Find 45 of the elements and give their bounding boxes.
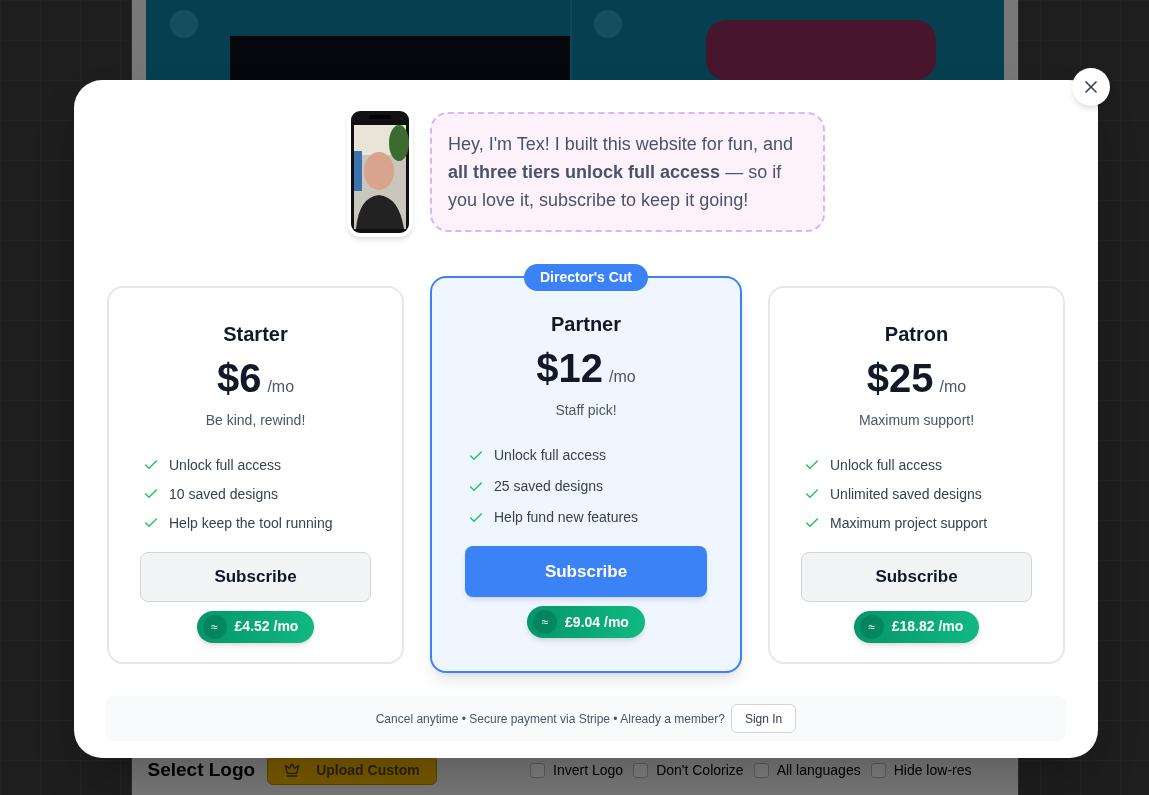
- approx-symbol: ≈: [202, 614, 227, 639]
- checkbox-label: All languages: [776, 760, 861, 780]
- feature-text: Unlock full access: [169, 455, 282, 475]
- approx-symbol: ≈: [859, 614, 884, 639]
- plan-name: Patron: [884, 321, 949, 346]
- crown-icon: [284, 762, 301, 778]
- price-period: /mo: [609, 367, 636, 387]
- converted-price: £4.52 /mo: [234, 617, 299, 636]
- feature-text: 25 saved designs: [494, 477, 603, 496]
- plan-price: $6: [216, 354, 262, 402]
- checkbox-label: Invert Logo: [553, 760, 624, 780]
- subscribe-button[interactable]: Subscribe: [140, 551, 371, 602]
- feature-text: Maximum project support: [830, 513, 988, 533]
- plan-tagline: Be kind, rewind!: [205, 410, 306, 430]
- checkbox[interactable]: [870, 762, 886, 778]
- close-button[interactable]: [1072, 68, 1110, 106]
- subscribe-button[interactable]: Subscribe: [465, 546, 707, 597]
- plan-price: $12: [536, 345, 604, 392]
- plan-name: Partner: [551, 312, 621, 336]
- plan-badge: Director's Cut: [524, 264, 648, 291]
- footer-text: Cancel anytime • Secure payment via Stripe • Already a member?: [375, 710, 725, 728]
- subscribe-button[interactable]: Subscribe: [801, 551, 1032, 602]
- checkbox-label: Don't Colorize: [656, 760, 744, 780]
- section-title: Select Logo: [147, 757, 256, 782]
- converted-price: £9.04 /mo: [565, 612, 629, 632]
- feature-text: Help keep the tool running: [169, 513, 333, 533]
- checkbox[interactable]: [633, 762, 649, 778]
- feature-text: Help fund new features: [494, 508, 638, 527]
- approx-symbol: ≈: [533, 610, 558, 634]
- plan-tagline: Maximum support!: [858, 410, 975, 430]
- feature-text: 10 saved designs: [169, 484, 278, 504]
- checkbox-label: Hide low-res: [893, 760, 972, 780]
- sign-in-button[interactable]: Sign In: [730, 704, 797, 733]
- plan-price: $25: [866, 354, 934, 402]
- feature-text: Unlock full access: [494, 446, 607, 465]
- plan-name: Starter: [223, 321, 288, 346]
- checkbox[interactable]: [530, 762, 546, 778]
- feature-text: Unlimited saved designs: [830, 484, 982, 504]
- price-period: /mo: [939, 376, 967, 397]
- converted-price: £18.82 /mo: [891, 617, 964, 636]
- intro-text: Hey, I'm Tex! I built this website for fun, and all three tiers unlock full access — so if you love it, subscribe to keep it going!: [448, 133, 794, 212]
- feature-text: Unlock full access: [830, 455, 943, 475]
- checkbox[interactable]: [753, 762, 769, 778]
- plan-tagline: Staff pick!: [555, 401, 617, 420]
- price-period: /mo: [267, 376, 295, 397]
